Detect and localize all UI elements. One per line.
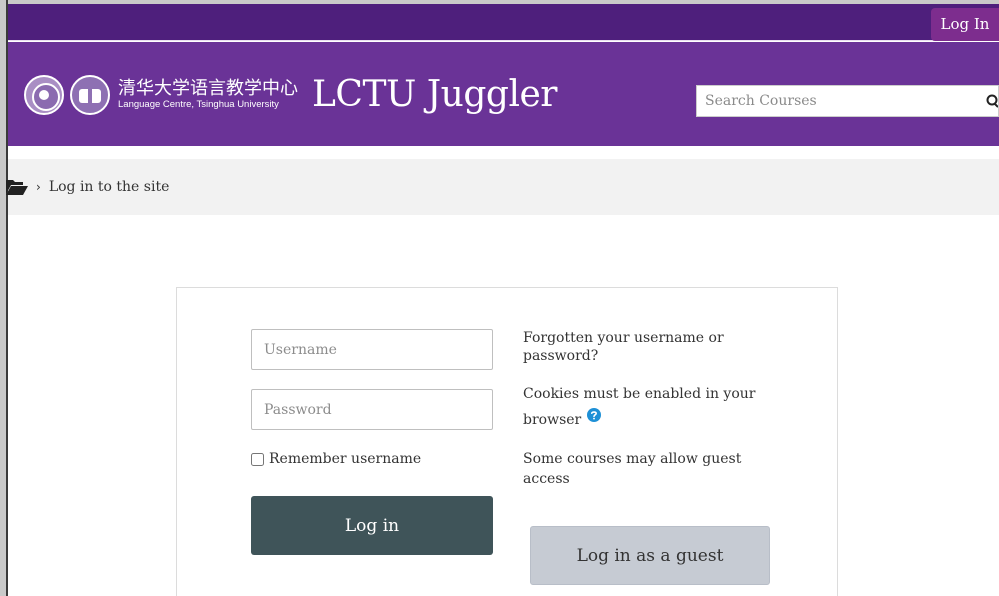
guest-access-note: Some courses may allow guest access — [523, 451, 742, 487]
site-name[interactable]: LCTU Juggler — [312, 67, 557, 123]
login-link[interactable]: Log In — [931, 8, 999, 41]
login-button[interactable]: Log in — [251, 496, 493, 555]
top-navbar: Log In — [8, 4, 999, 41]
university-seal-icon — [24, 75, 64, 115]
logo-chinese-name: 清华大学语言教学中心 — [118, 78, 298, 99]
breadcrumb: › Log in to the site — [6, 159, 999, 215]
window-frame-left — [0, 0, 8, 596]
logo-text: 清华大学语言教学中心 Language Centre, Tsinghua Uni… — [118, 79, 298, 111]
breadcrumb-current: Log in to the site — [48, 179, 170, 195]
remember-username[interactable]: Remember username — [251, 451, 421, 467]
cookies-note: Cookies must be enabled in your browser — [523, 381, 773, 433]
password-field-wrapper — [251, 389, 493, 430]
search-icon[interactable] — [984, 94, 998, 108]
logo-english-name: Language Centre, Tsinghua University — [118, 99, 279, 110]
folder-open-icon[interactable] — [6, 179, 28, 195]
site-logo[interactable]: 清华大学语言教学中心 Language Centre, Tsinghua Uni… — [24, 67, 557, 123]
cookies-note-text: Cookies must be enabled in your browser — [523, 386, 756, 428]
username-input[interactable] — [252, 330, 492, 369]
question-circle-icon[interactable] — [587, 408, 602, 422]
search-input[interactable] — [697, 86, 977, 116]
breadcrumb-separator-icon: › — [36, 180, 41, 194]
search-box — [696, 85, 999, 117]
site-header: 清华大学语言教学中心 Language Centre, Tsinghua Uni… — [8, 42, 999, 146]
language-centre-emblem-icon — [70, 75, 110, 115]
password-input[interactable] — [252, 390, 492, 429]
login-help-column: Forgotten your username or password? Coo… — [523, 329, 773, 489]
login-card: Remember username Log in Forgotten your … — [176, 287, 838, 596]
remember-username-label: Remember username — [269, 451, 422, 467]
login-as-guest-button[interactable]: Log in as a guest — [530, 526, 770, 585]
forgot-password-link[interactable]: Forgotten your username or password? — [523, 329, 773, 365]
remember-username-checkbox[interactable] — [251, 452, 264, 466]
username-field-wrapper — [251, 329, 493, 370]
